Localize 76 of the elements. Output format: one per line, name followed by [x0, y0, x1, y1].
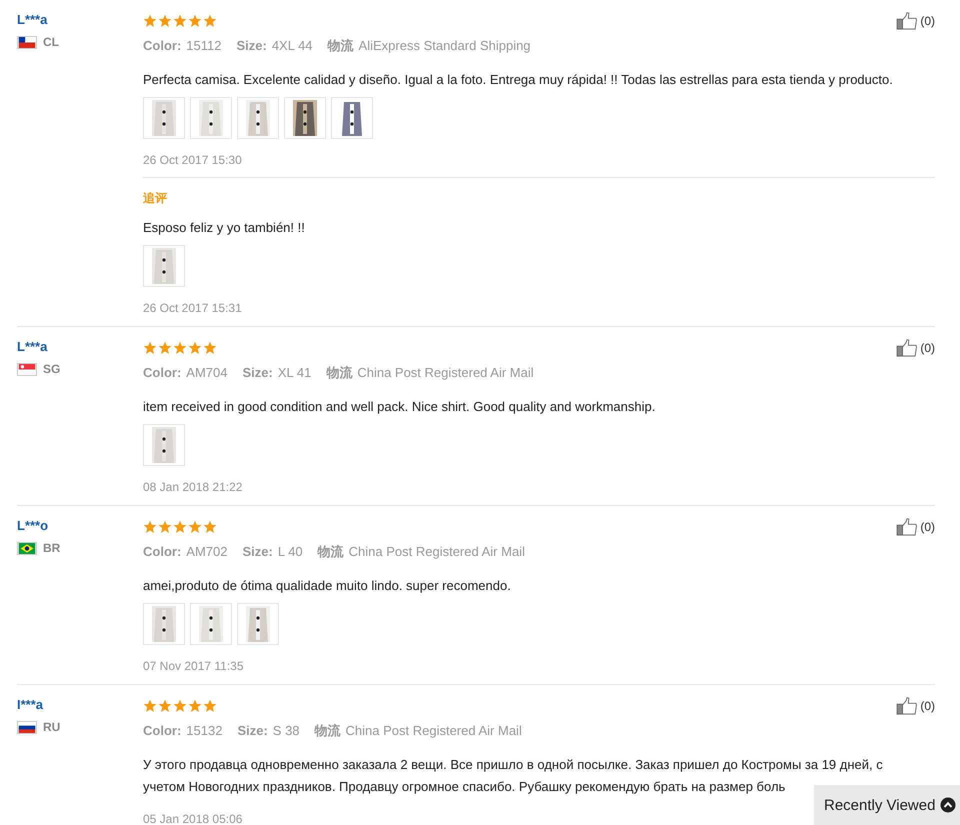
flag-icon: [17, 36, 37, 48]
star-icon: [188, 14, 202, 28]
star-icon: [173, 341, 187, 355]
shipping-value: AliExpress Standard Shipping: [358, 38, 531, 53]
star-icon: [158, 699, 172, 713]
star-icon: [143, 520, 157, 534]
meta-label: Color:: [143, 38, 182, 53]
user-name[interactable]: I***a: [17, 697, 44, 712]
thumbs-up-icon[interactable]: [896, 12, 918, 30]
meta-label: 物流: [314, 722, 341, 740]
meta-label: 物流: [328, 37, 354, 55]
review-date: 08 Jan 2018 21:22: [143, 480, 242, 494]
review-date: 07 Nov 2017 11:35: [143, 659, 244, 673]
flag-icon: [17, 720, 37, 734]
country-code: CL: [43, 35, 59, 49]
star-icon: [203, 699, 217, 713]
star-icon: [143, 14, 157, 28]
like-count: (0): [920, 520, 935, 534]
color-value: 15112: [186, 38, 222, 53]
like-count: (0): [920, 341, 935, 355]
review-date: 26 Oct 2017 15:30: [143, 153, 242, 167]
star-icon: [188, 699, 202, 713]
star-icon: [158, 14, 172, 28]
user-name[interactable]: L***a: [17, 12, 48, 27]
review-text: Perfecta camisa. Excelente calidad y diseño. Igual a la foto. Entrega muy rápida! !! Todas las estrellas para esta tienda y producto.: [143, 71, 894, 89]
meta-label: Size:: [237, 723, 268, 738]
followup-text: Esposo feliz y yo también! !!: [143, 219, 306, 237]
shipping-value: China Post Registered Air Mail: [348, 544, 525, 559]
star-icon: [143, 341, 157, 355]
star-icon: [143, 699, 157, 713]
review-date: 05 Jan 2018 05:06: [143, 812, 242, 825]
star-icon: [173, 699, 187, 713]
size-value: 4XL 44: [272, 38, 313, 53]
user-name[interactable]: L***a: [17, 339, 48, 354]
star-icon: [203, 14, 217, 28]
size-value: XL 41: [278, 365, 312, 380]
meta-label: 物流: [326, 364, 352, 382]
meta-label: Size:: [242, 365, 273, 380]
star-icon: [203, 341, 217, 355]
color-value: 15132: [186, 723, 222, 738]
like-count: (0): [920, 699, 935, 713]
flag-icon: [17, 542, 37, 554]
followup-date: 26 Oct 2017 15:31: [143, 301, 242, 315]
meta-label: Color:: [143, 544, 182, 559]
flag-icon: [17, 362, 37, 376]
followup-label: 追评: [143, 190, 167, 207]
star-icon: [158, 520, 172, 534]
meta-label: Size:: [242, 544, 273, 559]
meta-label: Color:: [143, 365, 182, 380]
thumbs-up-icon[interactable]: [896, 339, 918, 357]
color-value: AM702: [186, 544, 228, 559]
country-code: RU: [43, 720, 60, 734]
country-code: BR: [43, 541, 60, 555]
star-icon: [173, 520, 187, 534]
meta-label: Color:: [143, 723, 182, 738]
review-text: amei,produto de ótima qualidade muito lindo. super recomendo.: [143, 577, 512, 595]
size-value: S 38: [272, 723, 300, 738]
meta-label: 物流: [318, 543, 344, 561]
star-icon: [188, 341, 202, 355]
star-icon: [203, 520, 217, 534]
meta-label: Size:: [236, 38, 267, 53]
star-icon: [188, 520, 202, 534]
thumbs-up-icon[interactable]: [896, 518, 918, 536]
recently-viewed-button[interactable]: Recently Viewed: [814, 785, 960, 825]
user-name[interactable]: L***o: [17, 518, 48, 533]
country-code: SG: [43, 362, 60, 376]
chevron-up-icon: [940, 797, 956, 813]
thumbs-up-icon[interactable]: [896, 697, 918, 715]
color-value: AM704: [186, 365, 228, 380]
size-value: L 40: [278, 544, 303, 559]
shipping-value: China Post Registered Air Mail: [346, 723, 522, 738]
review-text: item received in good condition and well pack. Nice shirt. Good quality and workmanship.: [143, 398, 656, 416]
shipping-value: China Post Registered Air Mail: [357, 365, 534, 380]
star-icon: [158, 341, 172, 355]
star-icon: [173, 14, 187, 28]
like-count: (0): [920, 14, 935, 28]
